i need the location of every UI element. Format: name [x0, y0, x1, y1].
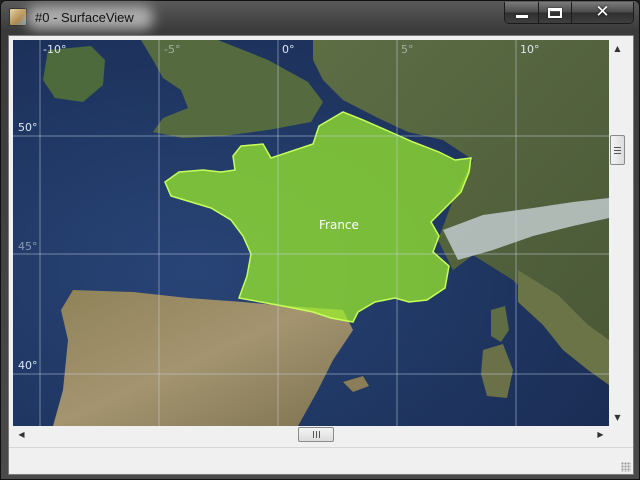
- surfaceview-window: #0 - SurfaceView ✕ -10° -5° 0° 5° 10° 50…: [0, 0, 640, 480]
- longitude-label: 5°: [401, 43, 414, 56]
- grip-icon: [312, 431, 320, 438]
- horizontal-scrollbar[interactable]: ◀ ▶: [13, 426, 609, 443]
- map-canvas[interactable]: -10° -5° 0° 5° 10° 50° 45° 40° France: [13, 40, 609, 426]
- latitude-label: 50°: [18, 121, 38, 134]
- france-label: France: [319, 218, 359, 232]
- longitude-label: -5°: [164, 43, 180, 56]
- scrollbar-corner: [609, 426, 626, 443]
- scroll-left-icon[interactable]: ◀: [13, 426, 30, 443]
- vertical-scrollbar[interactable]: ▲ ▼: [609, 40, 626, 426]
- minimize-button[interactable]: [505, 2, 540, 23]
- map-viewport[interactable]: -10° -5° 0° 5° 10° 50° 45° 40° France: [13, 40, 609, 426]
- status-bar: [9, 447, 633, 474]
- resize-grip-icon[interactable]: [621, 462, 631, 472]
- title-bar[interactable]: #0 - SurfaceView ✕: [1, 1, 639, 35]
- longitude-label: 10°: [520, 43, 540, 56]
- longitude-label: 0°: [282, 43, 295, 56]
- minimize-icon: [515, 15, 528, 18]
- latitude-label: 45°: [18, 240, 38, 253]
- close-button[interactable]: ✕: [571, 2, 633, 23]
- maximize-button[interactable]: [539, 2, 572, 23]
- latitude-label: 40°: [18, 359, 38, 372]
- window-title: #0 - SurfaceView: [35, 10, 134, 25]
- close-icon: ✕: [595, 2, 610, 22]
- scroll-right-icon[interactable]: ▶: [592, 426, 609, 443]
- horizontal-scroll-thumb[interactable]: [298, 427, 334, 442]
- caption-buttons: ✕: [504, 2, 634, 24]
- scroll-down-icon[interactable]: ▼: [609, 409, 626, 426]
- app-icon[interactable]: [9, 8, 27, 26]
- longitude-label: -10°: [43, 43, 66, 56]
- scroll-up-icon[interactable]: ▲: [609, 40, 626, 57]
- vertical-scroll-thumb[interactable]: [610, 135, 625, 165]
- client-area: -10° -5° 0° 5° 10° 50° 45° 40° France ▲ …: [8, 35, 634, 475]
- grip-icon: [614, 146, 621, 154]
- maximize-icon: [548, 7, 563, 18]
